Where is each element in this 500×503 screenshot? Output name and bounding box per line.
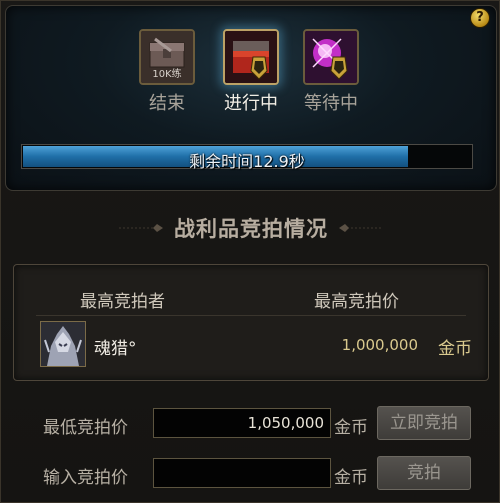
auction-window: ? 10K练 结束 进行中 等待中 剩余时间12.9秒 战利品竞拍情况 最高竞拍…: [0, 0, 500, 503]
stage-label-in-progress: 进行中: [224, 93, 278, 114]
place-bid-button[interactable]: 竞拍: [377, 456, 471, 490]
bidder-avatar: [40, 321, 86, 367]
stage-label-waiting: 等待中: [304, 93, 358, 114]
stage-waiting: 等待中: [291, 29, 371, 115]
min-bid-field: 1,050,000: [153, 408, 331, 438]
min-bid-label: 最低竞拍价: [43, 418, 128, 438]
armor-chest-icon: [223, 29, 279, 85]
stage-icon-caption: 10K练: [152, 67, 181, 80]
title-ornament-right-icon: [339, 224, 383, 232]
column-header-price: 最高竞拍价: [314, 292, 399, 312]
bid-amount-input[interactable]: [153, 458, 331, 488]
stage-finished: 10K练 结束: [127, 29, 207, 115]
help-button[interactable]: ?: [470, 8, 490, 28]
top-bidder-name: 魂猎°: [94, 339, 137, 359]
input-bid-label: 输入竞拍价: [43, 468, 128, 488]
top-bid-table: 最高竞拍者 最高竞拍价 魂猎° 1,000,000 金币: [13, 264, 489, 381]
bid-now-button[interactable]: 立即竞拍: [377, 406, 471, 440]
input-bid-unit: 金币: [334, 468, 368, 488]
stage-label-finished: 结束: [149, 93, 185, 114]
table-divider: [36, 315, 466, 316]
top-bid-amount: 1,000,000: [341, 336, 418, 354]
min-bid-unit: 金币: [334, 418, 368, 438]
stage-in-progress: 进行中: [211, 29, 291, 115]
magic-chest-icon: [303, 29, 359, 85]
section-title: 战利品竞拍情况: [174, 216, 328, 241]
column-header-bidder: 最高竞拍者: [80, 292, 165, 312]
top-bid-unit: 金币: [438, 339, 472, 359]
countdown-progress-bar: 剩余时间12.9秒: [21, 144, 473, 171]
countdown-text: 剩余时间12.9秒: [189, 152, 305, 171]
weapon-chest-icon: 10K练: [139, 29, 195, 85]
